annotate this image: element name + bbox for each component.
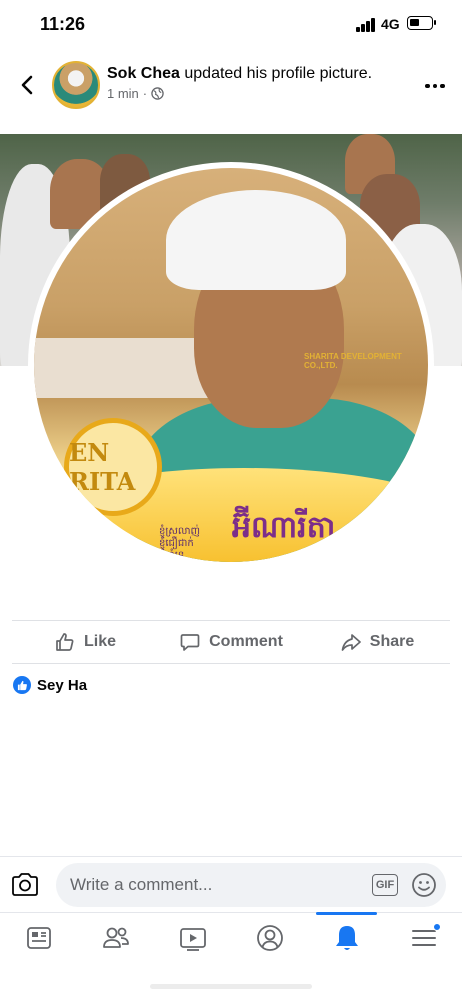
back-button[interactable] — [12, 70, 42, 100]
tab-menu[interactable] — [385, 913, 462, 962]
author-name[interactable]: Sok Chea — [107, 65, 180, 82]
reactions-summary[interactable]: Sey Ha — [13, 676, 87, 694]
share-label: Share — [369, 633, 415, 650]
news-feed-icon — [26, 926, 51, 949]
gif-button[interactable]: GIF — [372, 874, 398, 896]
post-actions: Like Comment Share — [12, 622, 450, 662]
emoji-button[interactable] — [410, 871, 438, 899]
friends-icon — [102, 927, 129, 948]
tab-profile[interactable] — [231, 913, 308, 962]
more-options-button[interactable] — [420, 76, 450, 96]
tab-notifications[interactable] — [308, 912, 385, 962]
comment-icon — [180, 634, 200, 651]
cellular-signal-icon — [356, 18, 376, 32]
profile-picture-image: SHARITA DEVELOPMENT CO.,LTD. EN RITA ខ្ញ… — [34, 168, 428, 562]
divider — [12, 620, 450, 621]
post-time[interactable]: 1 min — [107, 86, 139, 101]
post-action-text: updated his profile picture. — [179, 65, 373, 82]
photo-watermark: SHARITA DEVELOPMENT CO.,LTD. — [304, 352, 402, 370]
photo-tagline: ខ្ញុំស្រលាញ់ ខ្ញុំជឿជាក់ ខ្ញុំគាំទ្រ — [159, 526, 201, 561]
divider — [12, 663, 450, 664]
share-icon — [341, 634, 361, 651]
author-avatar[interactable] — [52, 61, 100, 109]
home-indicator — [150, 984, 312, 989]
profile-icon — [256, 924, 283, 951]
post-title: Sok Chea updated his profile picture. — [107, 64, 372, 84]
battery-icon — [407, 16, 436, 30]
tab-watch[interactable] — [154, 913, 231, 962]
bottom-tab-bar — [0, 912, 462, 962]
profile-picture[interactable]: SHARITA DEVELOPMENT CO.,LTD. EN RITA ខ្ញ… — [28, 162, 434, 568]
watch-icon — [179, 927, 206, 951]
thumbs-up-icon — [56, 633, 74, 651]
tab-friends[interactable] — [77, 913, 154, 962]
share-button[interactable]: Share — [304, 622, 450, 662]
reactor-names: Sey Ha — [37, 676, 88, 694]
globe-icon — [151, 87, 164, 100]
camera-icon — [12, 873, 38, 896]
menu-notification-dot — [433, 923, 441, 931]
comment-composer: GIF — [0, 856, 462, 912]
photo-brand-text: អ៊ីណារីតា — [232, 510, 336, 545]
camera-button[interactable] — [9, 869, 41, 901]
like-label: Like — [83, 633, 116, 650]
comment-label: Comment — [209, 633, 283, 650]
like-button[interactable]: Like — [12, 622, 158, 662]
network-type: 4G — [381, 16, 400, 32]
tab-news-feed[interactable] — [0, 913, 77, 962]
meta-separator: · — [142, 86, 148, 101]
post-meta: 1 min · — [107, 86, 164, 101]
comment-button[interactable]: Comment — [158, 622, 304, 662]
status-time: 11:26 — [40, 14, 86, 34]
status-bar: 11:26 4G — [0, 0, 462, 48]
chevron-left-icon — [21, 75, 33, 95]
brand-logo: EN RITA — [64, 418, 162, 516]
notifications-bell-icon — [335, 925, 358, 950]
like-badge-icon — [13, 676, 31, 694]
smiley-icon — [412, 873, 436, 897]
